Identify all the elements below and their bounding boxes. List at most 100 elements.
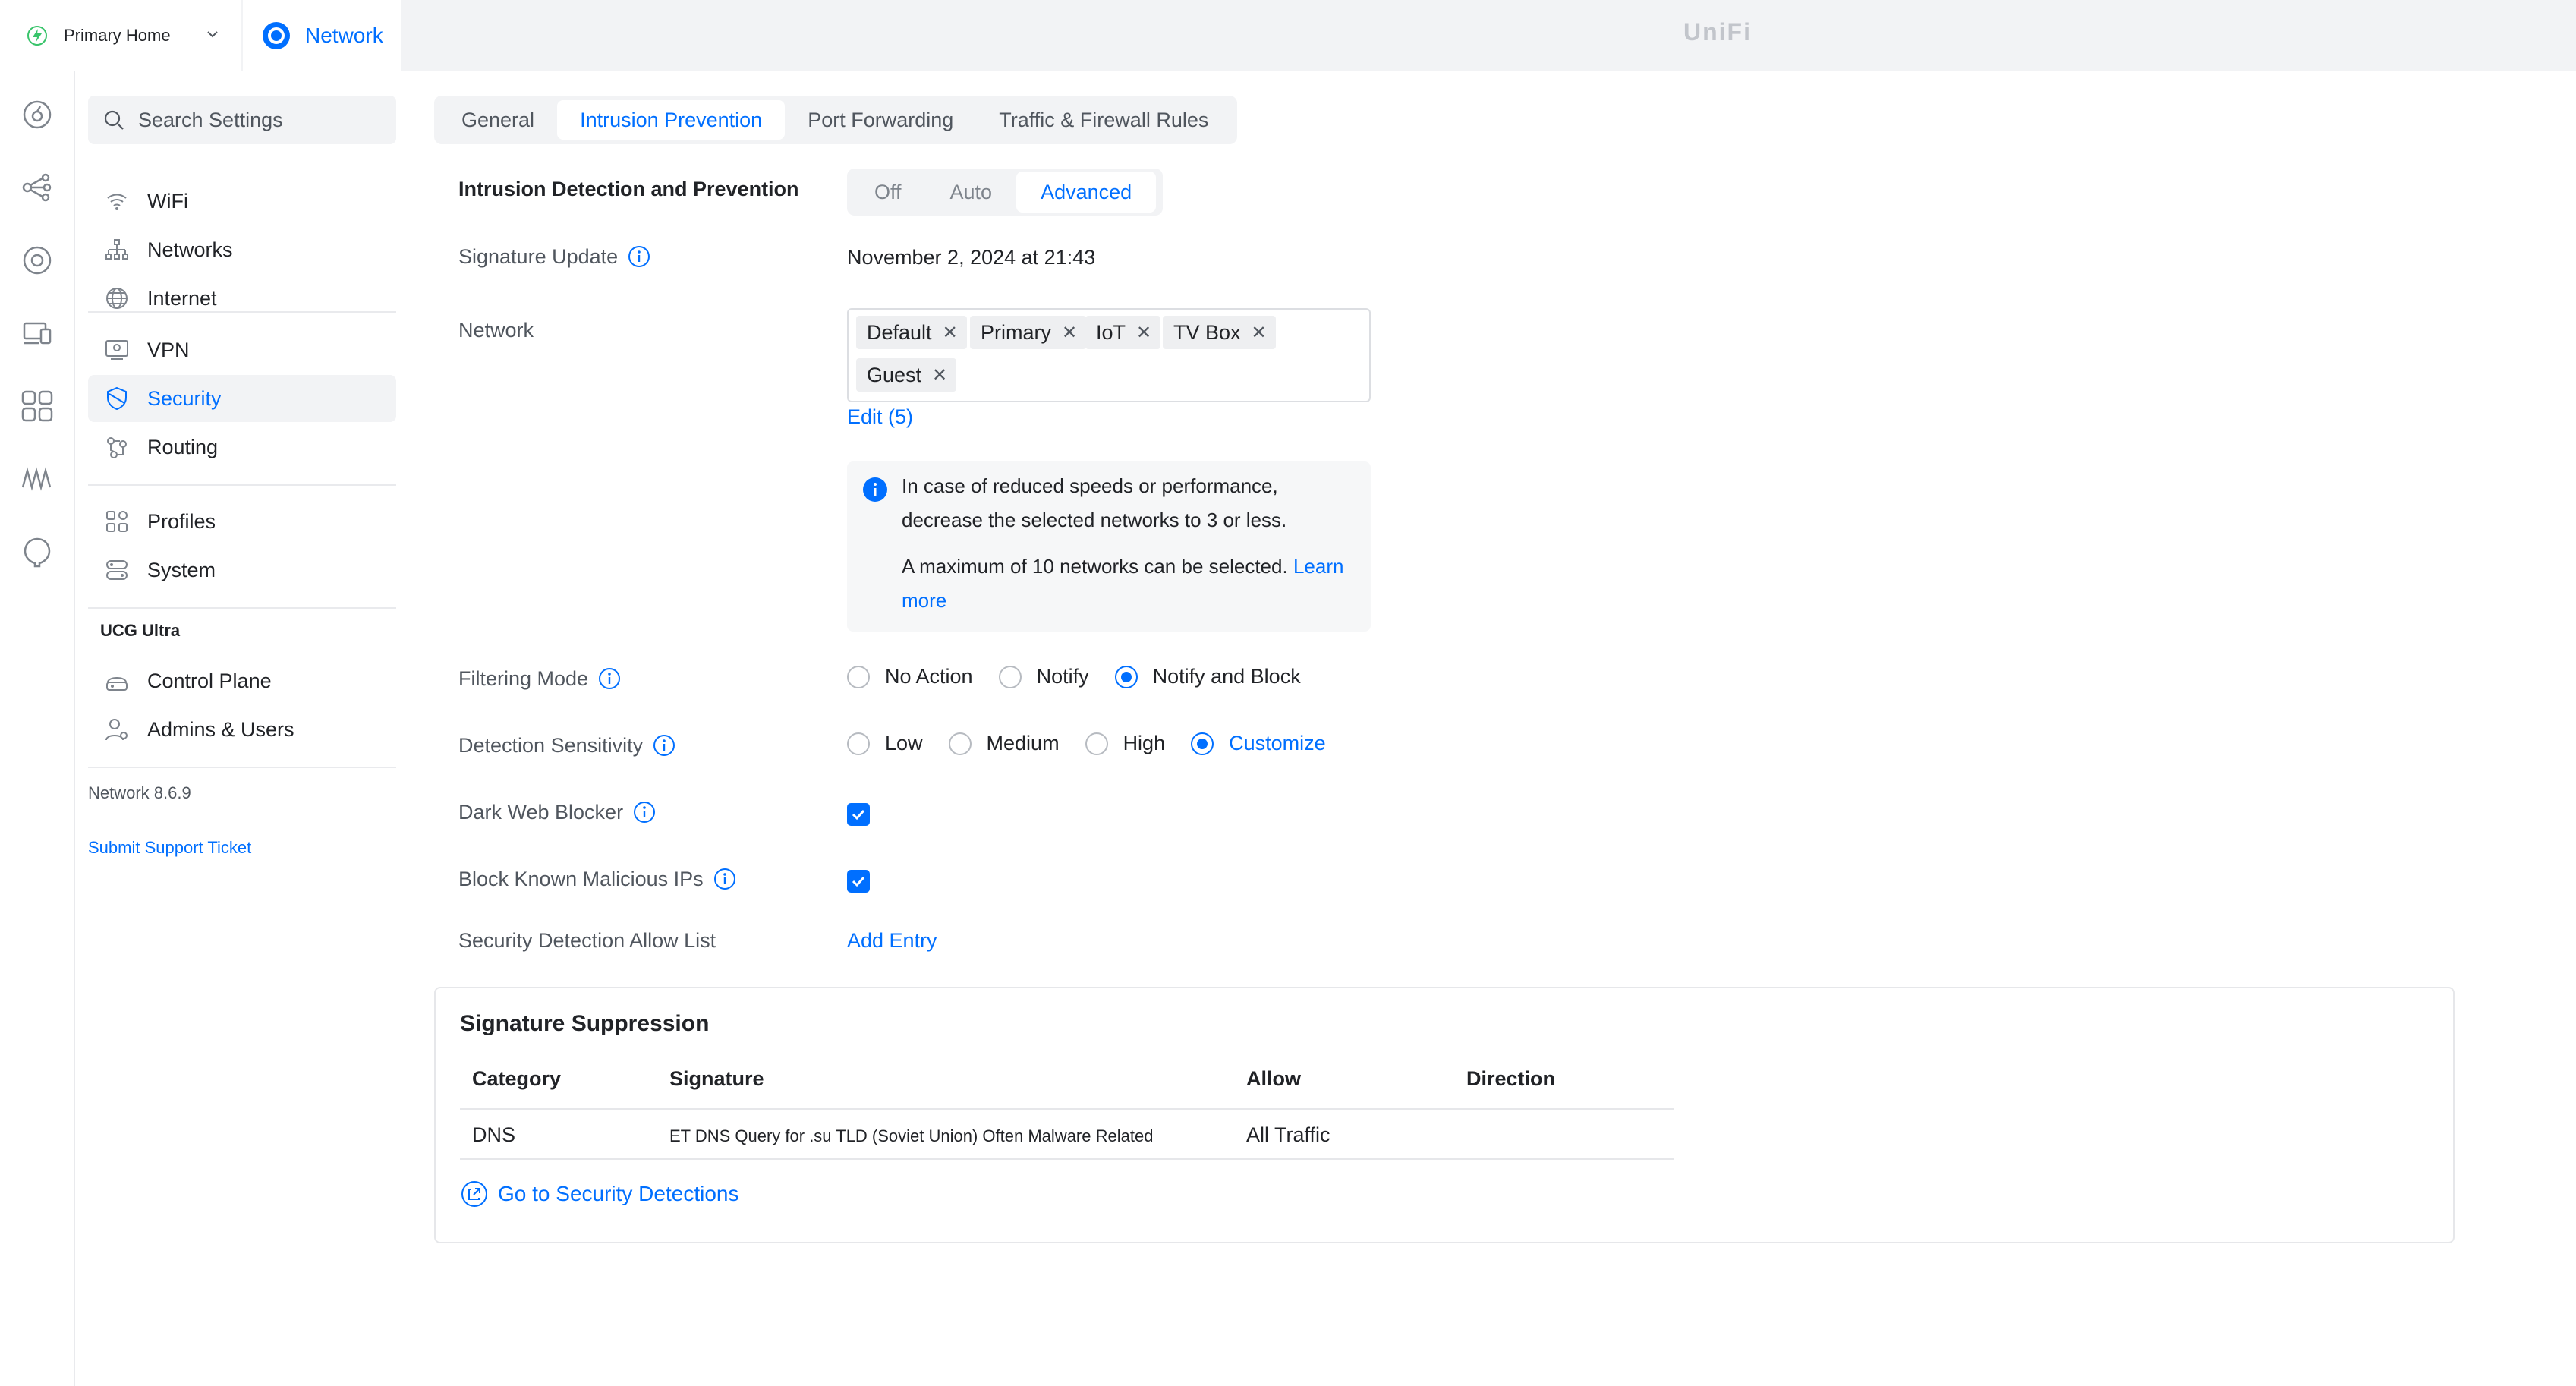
external-link-icon — [460, 1180, 498, 1208]
sidebar-divider — [88, 311, 396, 313]
network-app-icon — [261, 20, 291, 51]
chip-label: Primary — [981, 320, 1051, 344]
signature-update-label: Signature Update — [458, 244, 619, 268]
app-tab-network[interactable]: Network — [243, 0, 401, 71]
close-icon[interactable]: ✕ — [1062, 322, 1077, 344]
site-name: Primary Home — [64, 26, 171, 45]
device-section-title: UCG Ultra — [100, 621, 181, 640]
network-chip: Guest ✕ — [856, 358, 957, 392]
sidebar-item-system[interactable]: System — [88, 547, 396, 594]
add-entry-link[interactable]: Add Entry — [847, 929, 937, 953]
sidebar-item-label: Networks — [147, 238, 233, 261]
radio-high[interactable]: High — [1085, 732, 1165, 755]
go-to-security-detections-link[interactable]: Go to Security Detections — [460, 1180, 738, 1208]
radio-dot — [1085, 732, 1108, 755]
search-input[interactable] — [137, 107, 379, 133]
radio-dot — [847, 665, 870, 688]
admins-icon — [103, 716, 147, 743]
sidebar-item-label: System — [147, 558, 216, 581]
network-chip-field[interactable]: Default ✕ Primary ✕ IoT ✕ TV Box ✕ Guest ✕ — [847, 308, 1371, 402]
devices-icon[interactable] — [18, 241, 56, 279]
topology-icon[interactable] — [18, 169, 56, 206]
ids-mode-advanced[interactable]: Advanced — [1016, 172, 1157, 213]
sidebar-item-profiles[interactable]: Profiles — [88, 498, 396, 545]
networks-icon — [103, 236, 147, 263]
site-selector[interactable]: Primary Home — [0, 0, 241, 71]
info-icon[interactable] — [627, 244, 651, 269]
sidebar-item-networks[interactable]: Networks — [88, 226, 396, 273]
main-content: General Intrusion Prevention Port Forwar… — [410, 71, 2576, 1386]
ids-ips-label: Intrusion Detection and Prevention — [458, 178, 799, 200]
radio-no-action[interactable]: No Action — [847, 665, 973, 688]
dark-web-blocker-checkbox[interactable] — [847, 803, 870, 826]
info-icon[interactable] — [713, 867, 737, 891]
globe-icon — [103, 285, 147, 312]
table-row-divider — [460, 1158, 1674, 1160]
sidebar-item-label: Control Plane — [147, 669, 272, 692]
search-icon — [102, 108, 137, 132]
tab-intrusion-prevention[interactable]: Intrusion Prevention — [557, 100, 786, 140]
alarm-icon[interactable] — [18, 533, 56, 571]
chevron-down-icon[interactable] — [204, 26, 221, 43]
tab-traffic-firewall-rules[interactable]: Traffic & Firewall Rules — [976, 100, 1231, 140]
clients-icon[interactable] — [18, 314, 56, 352]
dashboard-icon[interactable] — [18, 96, 56, 134]
sidebar-item-routing[interactable]: Routing — [88, 424, 396, 471]
vpn-icon — [103, 336, 147, 364]
block-malicious-ips-checkbox[interactable] — [847, 870, 870, 893]
radio-label: Notify — [1036, 665, 1089, 688]
detection-sensitivity-options: Low Medium High Customize — [847, 732, 1352, 755]
chip-label: Default — [867, 320, 932, 344]
info-icon[interactable] — [652, 733, 676, 758]
info-icon[interactable] — [597, 666, 622, 691]
allow-list-label: Security Detection Allow List — [458, 929, 716, 952]
lightning-icon — [26, 24, 49, 47]
radio-notify[interactable]: Notify — [998, 665, 1089, 688]
radio-low[interactable]: Low — [847, 732, 923, 755]
top-bar: Primary Home Network UniFi — [0, 0, 2576, 71]
sidebar-item-security[interactable]: Security — [88, 375, 396, 422]
cell-signature: ET DNS Query for .su TLD (Soviet Union) … — [669, 1126, 1154, 1145]
sidebar-item-vpn[interactable]: VPN — [88, 326, 396, 373]
radio-dot — [847, 732, 870, 755]
close-icon[interactable]: ✕ — [943, 322, 958, 344]
network-label: Network — [458, 319, 534, 342]
insights-icon[interactable] — [18, 387, 56, 425]
sidebar-item-admins-users[interactable]: Admins & Users — [88, 706, 396, 753]
notice-text: In case of reduced speeds or performance… — [902, 474, 1287, 531]
close-icon[interactable]: ✕ — [1136, 322, 1151, 344]
edit-networks-link[interactable]: Edit (5) — [847, 405, 913, 429]
column-header-category: Category — [472, 1067, 562, 1090]
ids-mode-auto[interactable]: Auto — [926, 172, 1017, 213]
sidebar-item-wifi[interactable]: WiFi — [88, 178, 396, 225]
submit-support-ticket-link[interactable]: Submit Support Ticket — [88, 838, 251, 858]
sidebar-item-internet[interactable]: Internet — [88, 275, 396, 322]
network-chip: IoT ✕ — [1085, 316, 1161, 349]
settings-tabs: General Intrusion Prevention Port Forwar… — [434, 96, 1237, 144]
tab-general[interactable]: General — [439, 100, 557, 140]
radio-dot — [1114, 665, 1138, 688]
block-malicious-ips-row: Block Known Malicious IPs — [458, 867, 737, 891]
ids-mode-off[interactable]: Off — [850, 172, 926, 213]
chip-label: Guest — [867, 363, 922, 386]
sidebar-item-label: Profiles — [147, 509, 216, 533]
table-header-divider — [460, 1108, 1674, 1110]
sidebar-item-label: Routing — [147, 435, 219, 458]
info-icon — [862, 477, 888, 502]
close-icon[interactable]: ✕ — [1252, 322, 1267, 344]
sidebar-divider — [88, 767, 396, 768]
close-icon[interactable]: ✕ — [932, 364, 947, 386]
search-box[interactable] — [88, 96, 396, 144]
control-plane-icon — [103, 667, 147, 695]
sidebar-item-control-plane[interactable]: Control Plane — [88, 657, 396, 704]
info-icon[interactable] — [632, 800, 657, 824]
radio-customize[interactable]: Customize — [1191, 732, 1326, 755]
signature-update-row: Signature Update — [458, 244, 651, 269]
network-chip: TV Box ✕ — [1163, 316, 1276, 349]
radio-waves-icon[interactable] — [18, 460, 56, 498]
radio-notify-and-block[interactable]: Notify and Block — [1114, 665, 1301, 688]
tab-port-forwarding[interactable]: Port Forwarding — [785, 100, 976, 140]
app-rail — [0, 71, 75, 1386]
dark-web-blocker-row: Dark Web Blocker — [458, 800, 657, 824]
radio-medium[interactable]: Medium — [948, 732, 1060, 755]
